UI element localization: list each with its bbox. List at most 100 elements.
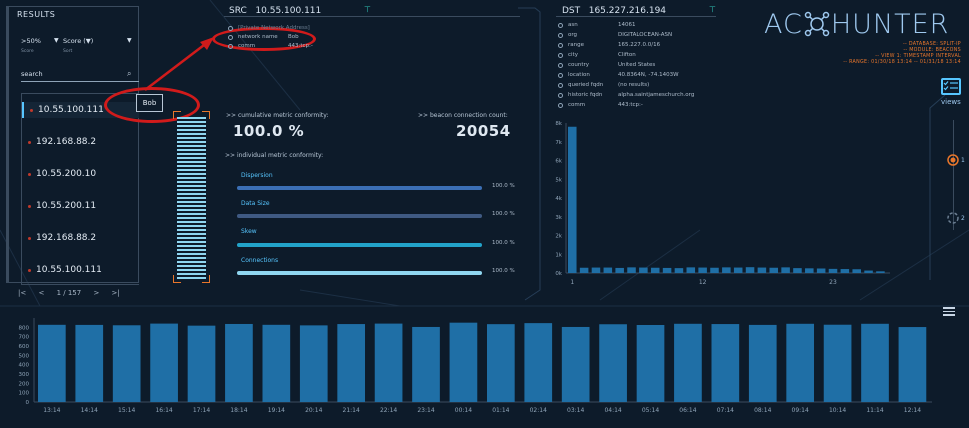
histogram-bar[interactable]	[639, 267, 648, 273]
x-tick-label: 19:14	[268, 407, 285, 414]
interval-histogram-chart: 0k 1k 2k 3k 4k 5k 6k 7k 8k 1 12 23	[555, 121, 890, 286]
histogram-bar[interactable]	[579, 267, 589, 273]
hourly-bar[interactable]	[599, 324, 627, 402]
menu-icon[interactable]	[943, 307, 955, 316]
dst-label: DST	[562, 6, 581, 16]
beacon-count-value: 20054	[456, 122, 511, 140]
x-tick-label: 04:14	[604, 407, 621, 414]
dst-row: country United States	[558, 61, 655, 69]
metric-connections-value: 100.0 %	[492, 268, 515, 274]
hourly-bar[interactable]	[674, 323, 702, 402]
x-tick-label: 16:14	[155, 407, 172, 414]
hourly-bar[interactable]	[449, 322, 478, 402]
metric-data-size-fill	[237, 214, 482, 218]
src-row-key: network name	[238, 34, 278, 40]
logo-text-left: AC	[764, 9, 803, 40]
hourly-bar[interactable]	[898, 327, 927, 402]
x-tick-label: 20:14	[305, 407, 322, 414]
hourly-bar[interactable]	[823, 324, 852, 402]
histogram-bar[interactable]	[662, 267, 672, 273]
x-tick-label: 07:14	[717, 407, 734, 414]
info-icon	[558, 102, 563, 108]
y-tick-label: 5k	[555, 177, 562, 183]
context-range: -- RANGE: 01/30/18 13:14 -- 01/31/18 13:…	[843, 60, 961, 65]
hourly-bar[interactable]	[561, 326, 590, 402]
hourly-bar[interactable]	[861, 323, 889, 402]
hourly-bar[interactable]	[636, 325, 665, 402]
hourly-bar[interactable]	[786, 323, 815, 402]
y-tick-label: 4k	[555, 196, 562, 202]
dst-row-key: location	[568, 72, 590, 78]
info-icon	[558, 92, 563, 98]
histogram-bar[interactable]	[686, 267, 696, 273]
y-tick-label: 100	[19, 391, 30, 397]
histogram-bar[interactable]	[733, 267, 743, 273]
dst-row: range 165.227.0.0/16	[558, 41, 660, 49]
histogram-bar[interactable]	[674, 268, 684, 273]
y-tick-label: 200	[19, 381, 30, 387]
hourly-bar[interactable]	[524, 323, 553, 402]
histogram-bar[interactable]	[828, 268, 838, 273]
hourly-bar[interactable]	[487, 324, 515, 402]
y-tick-label: 3k	[555, 215, 562, 221]
hourly-bar[interactable]	[112, 325, 141, 402]
y-tick-label: 1k	[555, 252, 562, 258]
hourly-bar[interactable]	[262, 324, 291, 402]
histogram-bar[interactable]	[793, 268, 802, 273]
histogram-bar[interactable]	[852, 269, 861, 273]
hourly-bar[interactable]	[38, 324, 66, 402]
dst-row-key: range	[568, 42, 584, 48]
view-option-2[interactable]: 2	[961, 215, 965, 222]
histogram-bar[interactable]	[781, 267, 790, 273]
filter-icon[interactable]: ⊤	[709, 5, 716, 14]
histogram-bar[interactable]	[876, 271, 885, 273]
context-view: -- VIEW 1: TIMESTAMP INTERVAL	[875, 54, 961, 59]
histogram-bar[interactable]	[840, 269, 850, 273]
views-list-icon[interactable]	[941, 78, 961, 95]
y-tick-label: 800	[19, 325, 30, 331]
hourly-bar[interactable]	[711, 324, 740, 402]
hourly-bar[interactable]	[75, 324, 104, 402]
app-logo: AC HUNTER	[764, 9, 949, 40]
hourly-bar[interactable]	[374, 323, 403, 402]
dst-row-value: Clifton	[618, 52, 636, 58]
histogram-bar[interactable]	[805, 268, 814, 273]
hourly-bar[interactable]	[337, 324, 366, 402]
histogram-bar[interactable]	[627, 267, 636, 273]
histogram-bar[interactable]	[615, 267, 624, 273]
view-option-1[interactable]: 1	[961, 157, 965, 164]
x-tick-label: 02:14	[530, 407, 547, 414]
x-tick-label: 05:14	[642, 407, 659, 414]
histogram-bar[interactable]	[745, 267, 755, 273]
dst-row-value: 14061	[618, 22, 636, 28]
hourly-bar[interactable]	[748, 324, 777, 402]
dst-row-key: comm	[568, 102, 586, 108]
hourly-bar[interactable]	[299, 325, 328, 402]
histogram-bar[interactable]	[710, 267, 719, 273]
metric-skew-track	[237, 243, 482, 247]
dst-row-key: org	[568, 32, 578, 38]
hourly-bar[interactable]	[150, 323, 178, 402]
histogram-bar[interactable]	[722, 267, 731, 273]
x-tick-label: 10:14	[829, 407, 846, 414]
histogram-bar[interactable]	[757, 267, 767, 273]
hourly-bar[interactable]	[187, 325, 216, 402]
hourly-bar[interactable]	[225, 323, 253, 402]
cumulative-label: >> cumulative metric conformity:	[226, 112, 329, 119]
histogram-bar[interactable]	[568, 126, 577, 273]
hourly-bar[interactable]	[412, 326, 440, 402]
dst-row-value: DIGITALOCEAN-ASN	[618, 32, 673, 38]
cumulative-value: 100.0 %	[233, 122, 305, 140]
histogram-bar[interactable]	[769, 267, 779, 273]
metric-dispersion-label: Dispersion	[241, 172, 273, 179]
histogram-bar[interactable]	[650, 267, 660, 273]
histogram-bar[interactable]	[591, 267, 601, 273]
histogram-bar[interactable]	[698, 267, 707, 273]
dst-row-key: city	[568, 52, 578, 58]
dst-row-value: 40.8364N, -74.1403W	[618, 72, 679, 78]
histogram-bar[interactable]	[816, 268, 826, 274]
histogram-bar[interactable]	[603, 267, 613, 273]
histogram-bar[interactable]	[864, 270, 873, 273]
y-tick-label: 700	[19, 335, 30, 341]
filter-icon[interactable]: ⊤	[364, 5, 371, 14]
